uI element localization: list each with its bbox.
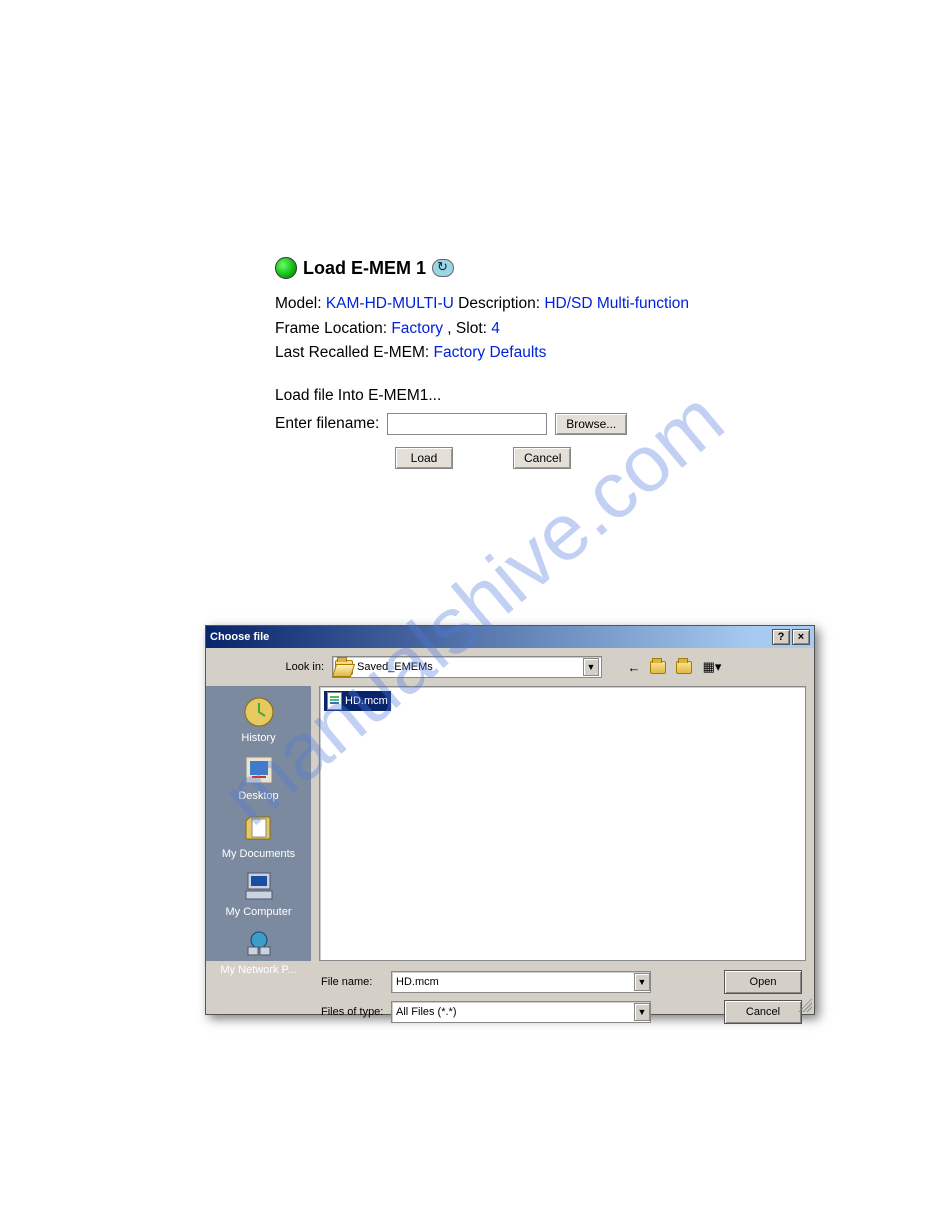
sidebar-item-label: Desktop: [238, 790, 278, 802]
documents-icon: [241, 810, 277, 846]
places-bar: History Desktop My Documents My Computer: [206, 686, 311, 961]
description-value: HD/SD Multi-function: [544, 295, 689, 312]
open-button[interactable]: Open: [724, 970, 802, 994]
chevron-down-icon[interactable]: ▼: [634, 973, 650, 991]
sidebar-item-network[interactable]: My Network P...: [206, 924, 311, 978]
slot-label: , Slot:: [443, 320, 491, 337]
browse-button[interactable]: Browse...: [555, 413, 627, 435]
up-one-level-icon[interactable]: [650, 657, 670, 677]
status-dot-icon: [275, 257, 297, 279]
last-recalled-value: Factory Defaults: [434, 344, 547, 361]
frame-location-value: Factory: [391, 320, 443, 337]
last-recalled-label: Last Recalled E-MEM:: [275, 344, 434, 361]
enter-filename-label: Enter filename:: [275, 413, 379, 435]
sidebar-item-computer[interactable]: My Computer: [206, 866, 311, 920]
computer-icon: [241, 868, 277, 904]
folder-open-icon: [335, 660, 353, 675]
back-icon[interactable]: ←: [624, 657, 644, 677]
load-file-label: Load file Into E-MEM1...: [275, 385, 689, 407]
file-item-label: HD.mcm: [345, 695, 388, 707]
filename-label: File name:: [311, 976, 391, 988]
dialog-cancel-button[interactable]: Cancel: [724, 1000, 802, 1024]
sidebar-item-label: History: [241, 732, 275, 744]
page-title: Load E-MEM 1: [303, 255, 426, 281]
model-value: KAM-HD-MULTI-U: [326, 295, 454, 312]
refresh-icon[interactable]: [432, 259, 454, 277]
filetype-label: Files of type:: [311, 1006, 391, 1018]
load-emem-panel: Load E-MEM 1 Model: KAM-HD-MULTI-U Descr…: [275, 255, 689, 469]
cancel-button[interactable]: Cancel: [513, 447, 571, 469]
lookin-label: Look in:: [276, 661, 324, 673]
load-button[interactable]: Load: [395, 447, 453, 469]
document-icon: [327, 692, 342, 710]
sidebar-item-label: My Network P...: [220, 964, 296, 976]
filetype-value: All Files (*.*): [396, 1006, 634, 1018]
dialog-titlebar: Choose file ? ×: [206, 626, 814, 648]
views-icon[interactable]: ▦▾: [702, 657, 722, 677]
sidebar-item-documents[interactable]: My Documents: [206, 808, 311, 862]
desktop-icon: [241, 752, 277, 788]
lookin-value: Saved_EMEMs: [357, 661, 583, 673]
frame-location-label: Frame Location:: [275, 320, 391, 337]
file-list-area[interactable]: HD.mcm: [319, 686, 806, 961]
sidebar-item-desktop[interactable]: Desktop: [206, 750, 311, 804]
filetype-combobox[interactable]: All Files (*.*) ▼: [391, 1001, 651, 1023]
resize-grip-icon[interactable]: [798, 998, 812, 1012]
chevron-down-icon[interactable]: ▼: [583, 658, 599, 676]
close-button[interactable]: ×: [792, 629, 810, 645]
chevron-down-icon[interactable]: ▼: [634, 1003, 650, 1021]
help-button[interactable]: ?: [772, 629, 790, 645]
lookin-dropdown[interactable]: Saved_EMEMs ▼: [332, 656, 602, 678]
history-icon: [241, 694, 277, 730]
file-item[interactable]: HD.mcm: [324, 691, 391, 711]
sidebar-item-history[interactable]: History: [206, 692, 311, 746]
description-label: Description:: [454, 295, 544, 312]
network-icon: [241, 926, 277, 962]
model-label: Model:: [275, 295, 326, 312]
filename-combobox[interactable]: HD.mcm ▼: [391, 971, 651, 993]
filename-value: HD.mcm: [396, 976, 634, 988]
choose-file-dialog: Choose file ? × Look in: Saved_EMEMs ▼ ←…: [205, 625, 815, 1015]
filename-input[interactable]: [387, 413, 547, 435]
new-folder-icon[interactable]: [676, 657, 696, 677]
slot-value: 4: [491, 320, 500, 337]
dialog-title: Choose file: [210, 631, 269, 643]
sidebar-item-label: My Documents: [222, 848, 295, 860]
sidebar-item-label: My Computer: [225, 906, 291, 918]
